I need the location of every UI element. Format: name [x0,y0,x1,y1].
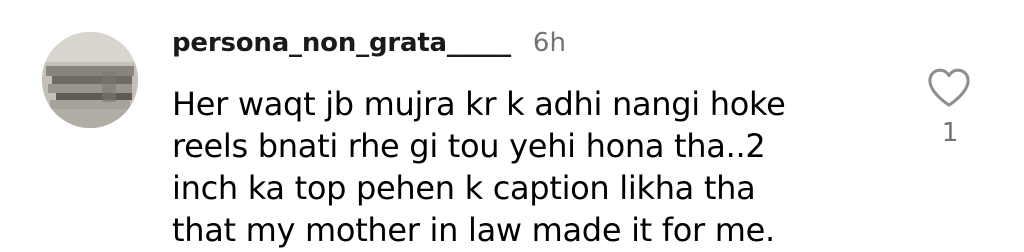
comment-timestamp: 6h [532,28,566,58]
comment-text-line: Her waqt jb mujra kr k adhi nangi hoke [172,85,786,123]
comment-text-line: that my mother in law made it for me. [172,211,775,249]
avatar-image [42,32,138,128]
comment-text: Her waqt jb mujra kr k adhi nangi hoke r… [172,83,892,251]
username-link[interactable]: persona_non_grata_____ [172,28,511,58]
avatar[interactable] [42,32,138,128]
comment-item: persona_non_grata_____ 6h Her waqt jb mu… [0,0,1024,252]
comment-text-line: reels bnati rhe gi tou yehi hona tha..2 [172,127,766,165]
like-count: 1 [941,118,959,148]
like-button[interactable] [926,66,972,108]
heart-outline-icon [928,68,970,107]
comment-text-line: inch ka top pehen k caption likha tha [172,169,756,207]
comment-header: persona_non_grata_____ 6h [172,28,566,68]
